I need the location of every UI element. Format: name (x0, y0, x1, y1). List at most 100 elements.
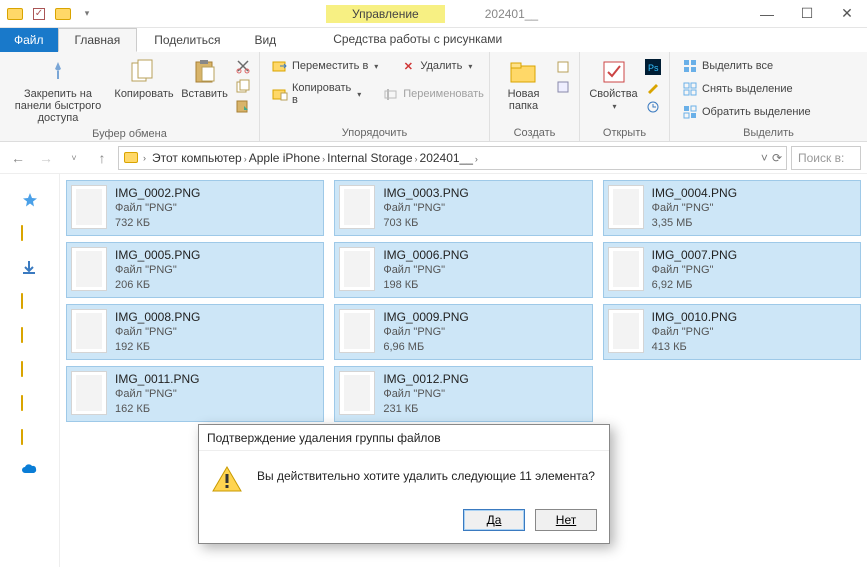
up-button[interactable]: ↑ (90, 146, 114, 170)
file-thumbnail (608, 185, 644, 229)
breadcrumb-segment[interactable]: Apple iPhone (247, 151, 322, 165)
select-all-icon (682, 58, 698, 74)
tab-home[interactable]: Главная (58, 28, 138, 52)
new-item-icon[interactable] (555, 59, 571, 75)
file-type: Файл "PNG" (115, 387, 199, 402)
ps-icon[interactable]: Ps (645, 59, 661, 75)
breadcrumb-segment[interactable]: 202401__ (418, 151, 475, 165)
file-type: Файл "PNG" (383, 263, 468, 278)
file-item[interactable]: IMG_0004.PNGФайл "PNG"3,35 МБ (603, 180, 861, 236)
file-item[interactable]: IMG_0002.PNGФайл "PNG"732 КБ (66, 180, 324, 236)
file-item[interactable]: IMG_0008.PNGФайл "PNG"192 КБ (66, 304, 324, 360)
quick-access-icon[interactable] (21, 192, 39, 208)
group-organize: Переместить в▾ ✕Удалить▾ Копировать в▾ П… (260, 52, 490, 141)
breadcrumb-segment[interactable]: Internal Storage (325, 151, 414, 165)
refresh-icon[interactable]: ⟳ (772, 151, 782, 165)
invert-selection-button[interactable]: Обратить выделение (678, 102, 815, 122)
breadcrumb-segment[interactable]: Этот компьютер (150, 151, 244, 165)
select-all-button[interactable]: Выделить все (678, 56, 777, 76)
downloads-icon[interactable] (21, 260, 39, 276)
file-name: IMG_0004.PNG (652, 185, 737, 201)
file-item[interactable]: IMG_0006.PNGФайл "PNG"198 КБ (334, 242, 592, 298)
recent-button[interactable]: ˅ (62, 146, 86, 170)
back-button[interactable]: ← (6, 146, 30, 170)
group-select-label: Выделить (678, 125, 859, 139)
properties-button[interactable]: Свойства▾ (588, 56, 639, 113)
file-size: 703 КБ (383, 216, 468, 231)
file-item[interactable]: IMG_0010.PNGФайл "PNG"413 КБ (603, 304, 861, 360)
dropdown-icon[interactable]: ▾ (78, 5, 96, 23)
paste-shortcut-icon[interactable] (235, 98, 251, 114)
select-none-icon (682, 81, 698, 97)
onedrive-icon[interactable] (21, 464, 39, 480)
file-type: Файл "PNG" (115, 201, 200, 216)
svg-text:Ps: Ps (648, 63, 659, 73)
file-item[interactable]: IMG_0011.PNGФайл "PNG"162 КБ (66, 366, 324, 422)
history-icon[interactable] (645, 99, 661, 115)
folder-icon[interactable] (21, 396, 39, 412)
edit-icon[interactable] (645, 79, 661, 95)
file-name: IMG_0005.PNG (115, 247, 200, 263)
copy-path-icon[interactable] (235, 78, 251, 94)
file-thumbnail (71, 247, 107, 291)
file-item[interactable]: IMG_0007.PNGФайл "PNG"6,92 МБ (603, 242, 861, 298)
file-size: 192 КБ (115, 340, 200, 355)
title-bar: ✓ ▾ Управление 202401__ — ☐ ✕ (0, 0, 867, 28)
file-type: Файл "PNG" (652, 325, 737, 340)
new-folder-button[interactable]: Новая папка (498, 56, 549, 114)
easy-access-icon[interactable] (555, 79, 571, 95)
file-thumbnail (339, 247, 375, 291)
close-button[interactable]: ✕ (827, 0, 867, 28)
search-input[interactable]: Поиск в: (791, 146, 861, 170)
file-name: IMG_0010.PNG (652, 309, 737, 325)
folder-icon[interactable] (54, 5, 72, 23)
paste-label: Вставить (181, 88, 228, 100)
rename-icon (383, 86, 399, 102)
dropdown-icon[interactable]: ˅ (761, 151, 768, 165)
forward-button[interactable]: → (34, 146, 58, 170)
properties-icon (598, 58, 630, 86)
folder-icon[interactable] (6, 5, 24, 23)
copy-button[interactable]: Копировать (114, 56, 174, 102)
file-name: IMG_0003.PNG (383, 185, 468, 201)
file-name: IMG_0006.PNG (383, 247, 468, 263)
paste-button[interactable]: Вставить (180, 56, 229, 102)
file-meta: IMG_0011.PNGФайл "PNG"162 КБ (115, 371, 199, 417)
copy-to-button[interactable]: Копировать в▾ (268, 80, 365, 108)
dialog-title: Подтверждение удаления группы файлов (199, 425, 609, 451)
file-item[interactable]: IMG_0009.PNGФайл "PNG"6,96 МБ (334, 304, 592, 360)
file-thumbnail (339, 185, 375, 229)
file-item[interactable]: IMG_0005.PNGФайл "PNG"206 КБ (66, 242, 324, 298)
tab-view[interactable]: Вид (237, 28, 293, 52)
folder-icon[interactable] (21, 328, 39, 344)
file-meta: IMG_0005.PNGФайл "PNG"206 КБ (115, 247, 200, 293)
file-item[interactable]: IMG_0012.PNGФайл "PNG"231 КБ (334, 366, 592, 422)
cut-icon[interactable] (235, 58, 251, 74)
file-thumbnail (71, 185, 107, 229)
rename-button[interactable]: Переименовать (379, 80, 488, 108)
file-type: Файл "PNG" (383, 201, 468, 216)
yes-button[interactable]: Да (463, 509, 525, 531)
pin-icon (42, 58, 74, 86)
breadcrumb[interactable]: › Этот компьютер›Apple iPhone›Internal S… (118, 146, 787, 170)
folder-icon[interactable] (21, 226, 39, 242)
folder-icon[interactable] (21, 430, 39, 446)
tab-file[interactable]: Файл (0, 28, 58, 52)
move-to-button[interactable]: Переместить в▾ (268, 56, 382, 76)
group-open-label: Открыть (588, 125, 661, 139)
folder-icon[interactable] (21, 294, 39, 310)
checkbox-icon[interactable]: ✓ (30, 5, 48, 23)
move-to-icon (272, 58, 288, 74)
tab-share[interactable]: Поделиться (137, 28, 237, 52)
select-none-button[interactable]: Снять выделение (678, 79, 797, 99)
file-name: IMG_0011.PNG (115, 371, 199, 387)
no-button[interactable]: Нет (535, 509, 597, 531)
tab-picture-tools[interactable]: Средства работы с рисунками (321, 28, 514, 52)
delete-button[interactable]: ✕Удалить▾ (396, 56, 476, 76)
folder-icon[interactable] (21, 362, 39, 378)
file-item[interactable]: IMG_0003.PNGФайл "PNG"703 КБ (334, 180, 592, 236)
pin-quick-access-button[interactable]: Закрепить на панели быстрого доступа (8, 56, 108, 126)
minimize-button[interactable]: — (747, 0, 787, 28)
file-name: IMG_0007.PNG (652, 247, 737, 263)
maximize-button[interactable]: ☐ (787, 0, 827, 28)
